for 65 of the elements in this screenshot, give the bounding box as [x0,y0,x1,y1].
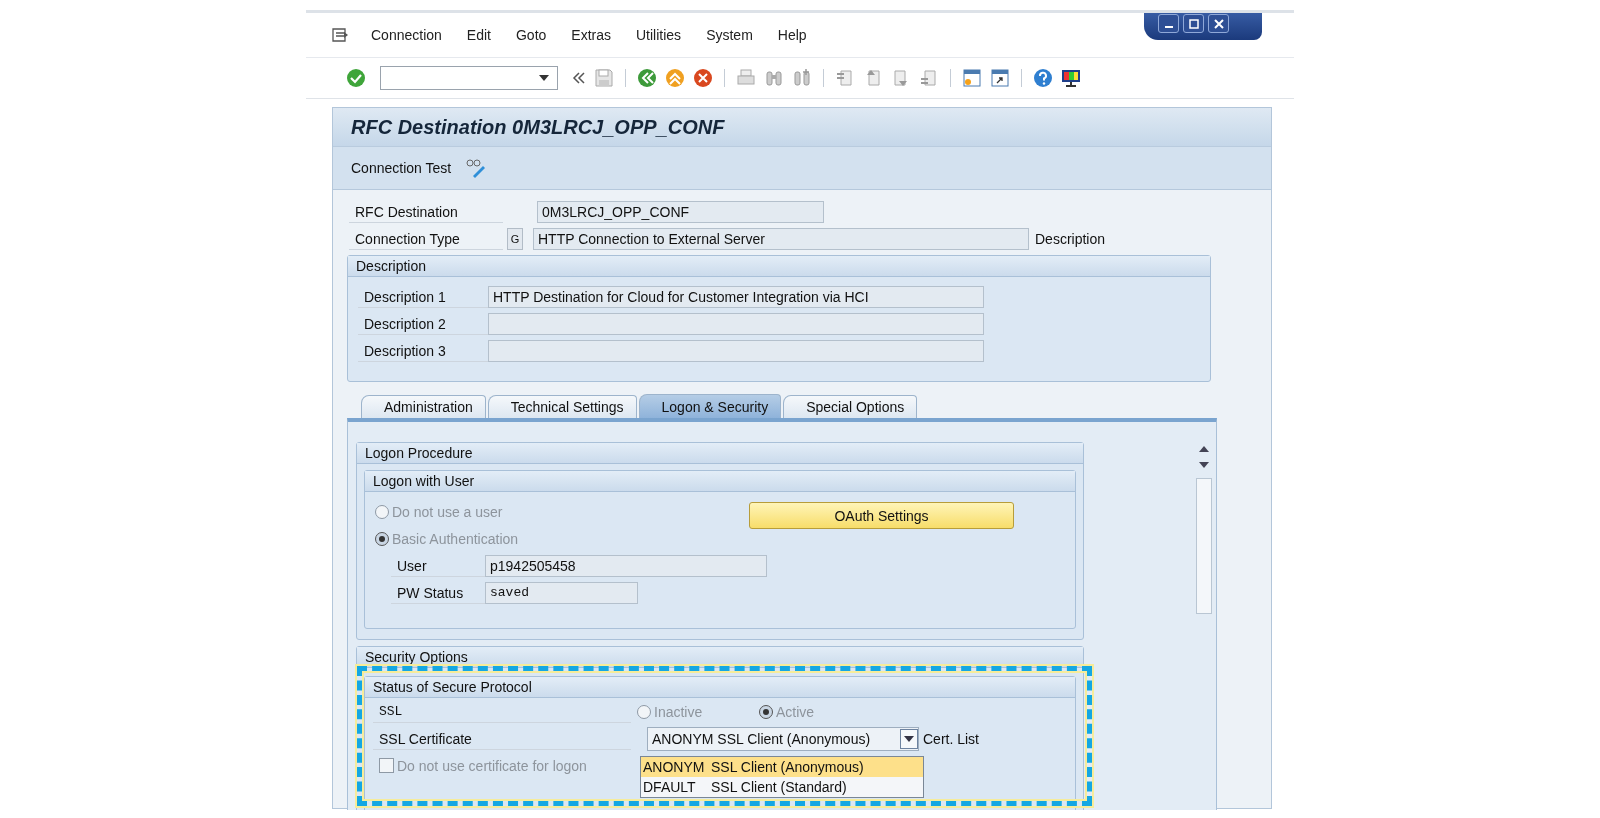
menu-icon[interactable] [332,28,350,42]
caret-icon [539,75,549,81]
value-field: p1942505458 [485,554,767,577]
field-label: SSL [373,700,631,723]
scroll-up-icon[interactable] [1199,446,1209,452]
maximize-icon [1188,18,1199,29]
cancel-icon[interactable] [693,68,713,88]
first-page-icon[interactable] [835,68,855,88]
tab[interactable]: Logon & Security [638,394,782,418]
menu-item[interactable]: Goto [515,27,547,43]
caret-icon [904,735,914,742]
menu-item[interactable]: System [706,27,753,43]
description-field[interactable]: HTTP Destination for Cloud for Customer Integration via HCI [488,285,984,308]
save-icon[interactable] [594,68,614,88]
scroll-down-icon[interactable] [1199,462,1209,468]
dropdown-option[interactable]: ANONYM SSL Client (Anonymous) [641,757,923,777]
scrollbar-thumb[interactable] [1196,478,1212,614]
check-icon[interactable] [346,68,366,88]
field-label: SSL Certificate [373,727,631,750]
connection-test-button[interactable]: Connection Test [347,158,456,178]
group-title: Logon with User [373,473,475,489]
back-icon[interactable] [637,68,657,88]
value-field: saved [485,581,638,604]
description-field[interactable] [488,312,984,335]
menu-item[interactable]: Connection [371,27,442,43]
certificate-dropdown[interactable]: ANONYM SSL Client (Anonymous) [647,726,919,751]
description-field[interactable] [488,339,984,362]
shortcut-window-icon[interactable] [990,68,1010,88]
tab[interactable]: Administration [361,395,486,418]
menu-item[interactable]: Edit [466,27,491,43]
new-window-icon[interactable] [962,68,982,88]
close-icon [1213,18,1224,29]
minimize-icon [1164,25,1173,28]
group-title: Status of Secure Protocol [373,679,532,695]
screen-title: RFC Destination 0M3LRCJ_OPP_CONF [351,115,725,139]
double-chevron-icon[interactable] [572,72,586,84]
help-icon[interactable] [1033,68,1053,88]
last-page-icon[interactable] [919,68,939,88]
field-label: Description [1035,230,1106,247]
field-label: Connection Type [349,227,503,250]
tab[interactable]: Special Options [783,395,918,418]
field-label: RFC Destination [349,200,503,223]
type-code-field: G [507,227,523,250]
field-label: Cert. List [923,730,979,747]
group-title: Description [356,258,427,274]
menu-item[interactable]: Utilities [636,27,682,43]
minimize-button[interactable] [1158,14,1179,33]
oauth-settings-button[interactable]: OAuth Settings [749,502,1014,529]
binoculars-icon[interactable] [764,68,784,88]
dropdown-option[interactable]: DFAULT SSL Client (Standard) [641,777,923,797]
maximize-button[interactable] [1183,14,1204,33]
exit-icon[interactable] [665,68,685,88]
glasses-pencil-icon[interactable] [465,158,488,178]
print-icon[interactable] [736,68,756,88]
close-button[interactable] [1208,14,1229,33]
value-field: HTTP Connection to External Server [533,227,1029,250]
menu-item[interactable]: Extras [571,27,611,43]
menu-item[interactable]: Help [777,27,807,43]
binoculars-plus-icon[interactable] [792,68,812,88]
value-field: 0M3LRCJ_OPP_CONF [537,200,824,223]
tab[interactable]: Technical Settings [487,395,637,418]
group-title: Logon Procedure [365,445,473,461]
group-title: Security Options [365,649,468,665]
monitor-icon[interactable] [1061,68,1081,88]
command-field[interactable] [380,66,558,90]
